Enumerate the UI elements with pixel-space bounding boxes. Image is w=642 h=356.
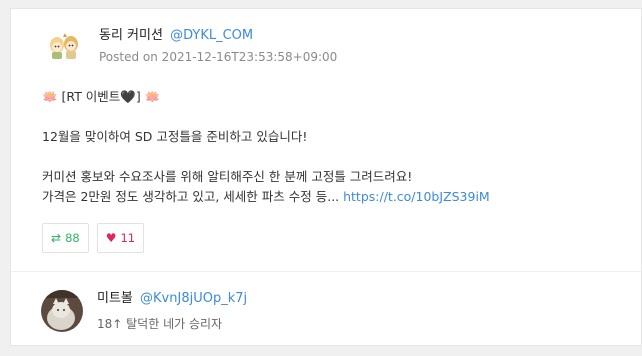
section-divider — [11, 271, 641, 272]
retweeter-name-line: 미트볼 @KvnJ8jUOp_k7j — [97, 289, 247, 309]
tweet-line-4-text: 가격은 2만원 정도 생각하고 있고, 세세한 파츠 수정 등... — [42, 189, 344, 204]
like-button[interactable]: ♥ 11 — [96, 223, 145, 253]
author-name: 동리 커미션 — [99, 28, 163, 43]
post-timestamp: Posted on 2021-12-16T23:53:58+09:00 — [99, 50, 338, 64]
retweeter-meta: 미트볼 @KvnJ8jUOp_k7j 18↑ 탈덕한 네가 승리자 — [97, 289, 247, 332]
author-handle-link[interactable]: @DYKL_COM — [170, 28, 253, 43]
author-avatar[interactable] — [41, 23, 87, 69]
tweet-line-1: 🪷 [RT 이벤트🖤] 🪷 — [42, 89, 161, 104]
retweeter-entry: 미트볼 @KvnJ8jUOp_k7j 18↑ 탈덕한 네가 승리자 — [41, 289, 247, 332]
tweet-line-4: 가격은 2만원 정도 생각하고 있고, 세세한 파츠 수정 등... https… — [42, 187, 632, 207]
tweet-body: 🪷 [RT 이벤트🖤] 🪷 12월을 맞이하여 SD 고정틀을 준비하고 있습니… — [42, 87, 632, 207]
tweet-actions: ⇄ 88 ♥ 11 — [42, 223, 145, 253]
retweet-button[interactable]: ⇄ 88 — [42, 223, 89, 253]
retweeter-handle-link[interactable]: @KvnJ8jUOp_k7j — [140, 291, 247, 306]
retweet-count: 88 — [65, 231, 80, 245]
tweet-line-3: 커미션 홍보와 수요조사를 위해 알티해주신 한 분께 고정틀 그려드려요! — [42, 169, 413, 184]
retweet-icon: ⇄ — [51, 231, 62, 245]
author-meta: 동리 커미션 @DYKL_COM Posted on 2021-12-16T23… — [99, 26, 337, 66]
retweeter-avatar[interactable] — [41, 289, 83, 332]
tweet-line-2: 12월을 맞이하여 SD 고정틀을 준비하고 있습니다! — [42, 129, 308, 144]
heart-icon: ♥ — [105, 231, 117, 245]
retweeter-name: 미트볼 — [97, 291, 133, 306]
author-name-line: 동리 커미션 @DYKL_COM — [99, 26, 337, 46]
tweet-card: 동리 커미션 @DYKL_COM Posted on 2021-12-16T23… — [10, 8, 642, 346]
tweet-link[interactable]: https://t.co/10bJZS39iM — [343, 189, 490, 204]
like-count: 11 — [120, 231, 136, 245]
retweeter-bio: 18↑ 탈덕한 네가 승리자 — [97, 317, 223, 331]
tweet-header: 동리 커미션 @DYKL_COM Posted on 2021-12-16T23… — [41, 23, 337, 69]
